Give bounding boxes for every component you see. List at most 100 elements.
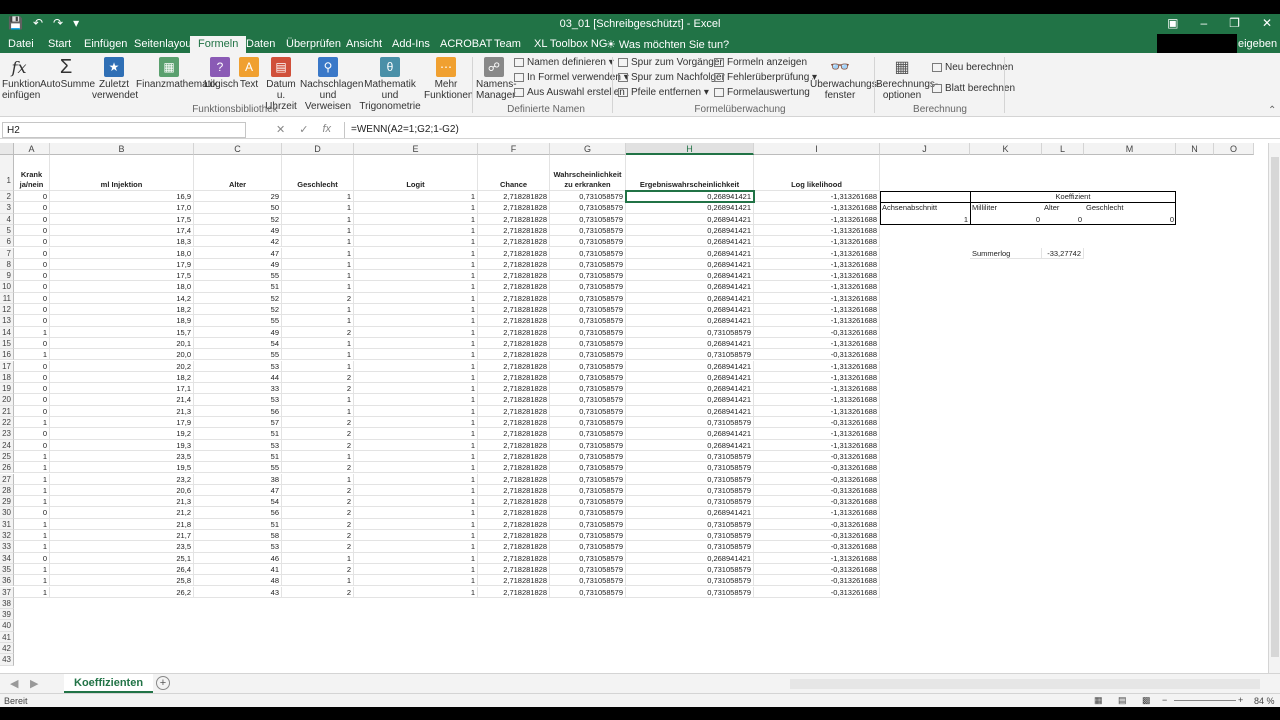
data-cell[interactable]: 0,268941421	[626, 281, 754, 293]
error-checking-button[interactable]: Fehlerüberprüfung ▾	[714, 72, 817, 83]
data-cell[interactable]: 2	[282, 383, 354, 395]
column-header-c[interactable]: C	[194, 143, 282, 155]
data-cell[interactable]: 20,2	[50, 360, 194, 372]
column-header-j[interactable]: J	[880, 143, 970, 155]
data-cell[interactable]: 19,5	[50, 462, 194, 474]
data-cell[interactable]: 1	[282, 202, 354, 214]
data-cell[interactable]: -1,313261688	[754, 191, 880, 203]
data-cell[interactable]: 0,731058579	[550, 394, 626, 406]
data-cell[interactable]: 2,718281828	[478, 224, 550, 237]
data-cell[interactable]: 17,5	[50, 270, 194, 282]
zoom-in-icon[interactable]: +	[1238, 695, 1243, 705]
data-cell[interactable]: 41	[194, 563, 282, 576]
horizontal-scrollbar[interactable]	[790, 679, 1260, 689]
data-cell[interactable]: 18,0	[50, 281, 194, 293]
column-title-g[interactable]: Wahrscheinlichkeit zu erkranken	[550, 155, 626, 191]
insert-function-button[interactable]: fx Funktion einfügen	[2, 57, 40, 101]
data-cell[interactable]: 18,2	[50, 304, 194, 316]
sheet-tab-koeffizienten[interactable]: Koeffizienten	[64, 674, 154, 693]
data-cell[interactable]: 44	[194, 371, 282, 384]
data-cell[interactable]: 0,731058579	[550, 507, 626, 519]
data-cell[interactable]: 0,731058579	[550, 541, 626, 553]
data-cell[interactable]: 0	[14, 394, 50, 406]
data-cell[interactable]: 1	[14, 349, 50, 361]
column-header-f[interactable]: F	[478, 143, 550, 155]
data-cell[interactable]: 1	[282, 247, 354, 259]
row-header[interactable]: 12	[0, 304, 14, 316]
data-cell[interactable]: 0	[14, 304, 50, 316]
calc-now-button[interactable]: Neu berechnen	[932, 62, 1013, 73]
tab-daten[interactable]: Daten	[246, 38, 275, 50]
vertical-scroll-thumb[interactable]	[1271, 157, 1279, 657]
data-cell[interactable]: 1	[354, 518, 478, 530]
data-cell[interactable]: 1	[354, 484, 478, 497]
row-header[interactable]: 23	[0, 428, 14, 440]
data-cell[interactable]: 2	[282, 439, 354, 451]
data-cell[interactable]: 1	[354, 191, 478, 203]
data-cell[interactable]: 0	[14, 439, 50, 451]
data-cell[interactable]: 2,718281828	[478, 202, 550, 214]
data-cell[interactable]: 0,268941421	[626, 315, 754, 327]
data-cell[interactable]: 2,718281828	[478, 213, 550, 225]
data-cell[interactable]: 0,731058579	[626, 563, 754, 576]
row-header[interactable]: 39	[0, 609, 14, 621]
data-cell[interactable]: 0,731058579	[550, 552, 626, 564]
data-cell[interactable]: 25,8	[50, 575, 194, 587]
row-header[interactable]: 22	[0, 417, 14, 429]
data-cell[interactable]: 2,718281828	[478, 360, 550, 372]
data-cell[interactable]: 2	[282, 292, 354, 304]
data-cell[interactable]: 0,268941421	[626, 394, 754, 406]
data-cell[interactable]: 21,7	[50, 530, 194, 542]
data-cell[interactable]: 0,731058579	[626, 462, 754, 474]
tab-einfuegen[interactable]: Einfügen	[84, 38, 127, 50]
data-cell[interactable]: 0,731058579	[626, 586, 754, 598]
row-header[interactable]: 16	[0, 349, 14, 361]
data-cell[interactable]: 1	[354, 360, 478, 372]
data-cell[interactable]: 2	[282, 507, 354, 519]
data-cell[interactable]: 2,718281828	[478, 450, 550, 463]
data-cell[interactable]: 0,731058579	[550, 518, 626, 530]
data-cell[interactable]: 0,268941421	[626, 439, 754, 451]
data-cell[interactable]: 1	[282, 337, 354, 350]
data-cell[interactable]: 1	[14, 484, 50, 497]
data-cell[interactable]: 2	[282, 462, 354, 474]
data-cell[interactable]: 0,731058579	[550, 439, 626, 451]
data-cell[interactable]: 0	[14, 337, 50, 350]
data-cell[interactable]: 0,731058579	[550, 270, 626, 282]
data-cell[interactable]: 0,731058579	[626, 349, 754, 361]
data-cell[interactable]: 2,718281828	[478, 530, 550, 542]
column-header-d[interactable]: D	[282, 143, 354, 155]
data-cell[interactable]: -1,313261688	[754, 304, 880, 316]
data-cell[interactable]: 2,718281828	[478, 473, 550, 485]
data-cell[interactable]: 23,2	[50, 473, 194, 485]
data-cell[interactable]: 0,731058579	[550, 450, 626, 463]
data-cell[interactable]: -1,313261688	[754, 383, 880, 395]
data-cell[interactable]: 57	[194, 417, 282, 429]
data-cell[interactable]: 0,731058579	[550, 371, 626, 384]
data-cell[interactable]: 20,0	[50, 349, 194, 361]
data-cell[interactable]: 2,718281828	[478, 349, 550, 361]
data-cell[interactable]: 47	[194, 484, 282, 497]
ribbon-display-icon[interactable]: ▣	[1167, 16, 1178, 30]
data-cell[interactable]: 0	[14, 258, 50, 271]
data-cell[interactable]: 1	[354, 575, 478, 587]
data-cell[interactable]: 21,4	[50, 394, 194, 406]
add-sheet-icon[interactable]: +	[156, 676, 170, 690]
row-header[interactable]: 25	[0, 450, 14, 463]
data-cell[interactable]: 1	[282, 315, 354, 327]
data-cell[interactable]: 0,268941421	[626, 507, 754, 519]
data-cell[interactable]: -1,313261688	[754, 315, 880, 327]
data-cell[interactable]: 49	[194, 224, 282, 237]
data-cell[interactable]: 2,718281828	[478, 371, 550, 384]
autosum-button[interactable]: Σ AutoSumme	[40, 57, 95, 91]
data-cell[interactable]: 0	[14, 270, 50, 282]
tab-acrobat[interactable]: ACROBAT	[440, 38, 492, 50]
data-cell[interactable]: 0,268941421	[626, 213, 754, 225]
data-cell[interactable]: 18,2	[50, 371, 194, 384]
data-cell[interactable]: -1,313261688	[754, 405, 880, 417]
data-cell[interactable]: 54	[194, 337, 282, 350]
data-cell[interactable]: -0,313261688	[754, 563, 880, 576]
data-cell[interactable]: -0,313261688	[754, 326, 880, 338]
data-cell[interactable]: 1	[14, 473, 50, 485]
data-cell[interactable]: 1	[354, 563, 478, 576]
